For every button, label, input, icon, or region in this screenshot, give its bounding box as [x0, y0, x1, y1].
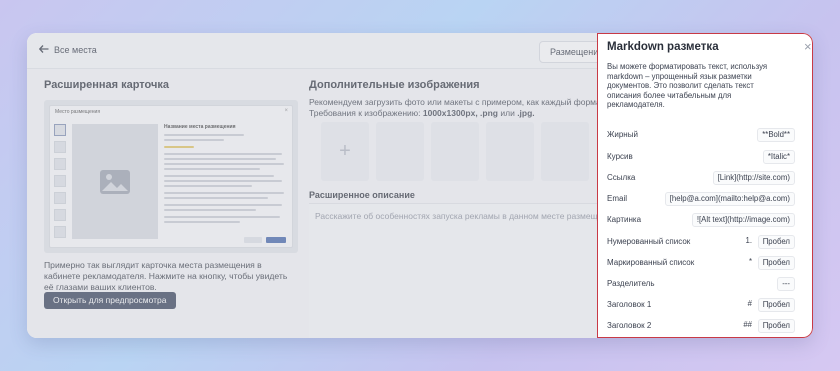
- markdown-row-heading-2: Заголовок 2 ## Пробел: [607, 319, 807, 333]
- syntax-chip: [Link](http://site.com): [712, 171, 795, 185]
- syntax-chip: ---: [777, 277, 795, 291]
- syntax-chip: Пробел: [757, 298, 795, 312]
- syntax-chip: **Bold**: [757, 128, 795, 142]
- row-label: Разделитель: [607, 279, 655, 288]
- row-label: Ссылка: [607, 173, 636, 182]
- row-label: Жирный: [607, 130, 638, 139]
- row-label: Картинка: [607, 215, 642, 224]
- markdown-row-image: Картинка ![Alt text](http://image.com): [607, 213, 807, 227]
- markdown-row-link: Ссылка [Link](http://site.com): [607, 171, 807, 185]
- app-window: Все места Размещение Расширенная карточк…: [27, 33, 813, 338]
- row-label: Курсив: [607, 152, 633, 161]
- row-label: Email: [607, 194, 628, 203]
- markdown-row-heading-1: Заголовок 1 # Пробел: [607, 298, 807, 312]
- syntax-chip: 1.: [745, 236, 752, 245]
- row-label: Маркированный список: [607, 258, 695, 267]
- syntax-chip: Пробел: [757, 256, 795, 270]
- markdown-row-numbered-list: Нумерованный список 1. Пробел: [607, 235, 807, 249]
- close-icon[interactable]: ×: [804, 40, 812, 53]
- markdown-row-divider: Разделитель ---: [607, 277, 807, 291]
- markdown-row-bulleted-list: Маркированный список * Пробел: [607, 256, 807, 270]
- markdown-help-panel: Markdown разметка × Вы можете форматиров…: [597, 33, 813, 338]
- row-label: Нумерованный список: [607, 237, 691, 246]
- syntax-chip: *Italic*: [762, 150, 795, 164]
- panel-title: Markdown разметка: [607, 41, 719, 53]
- row-label: Заголовок 1: [607, 300, 652, 309]
- syntax-chip: ![Alt text](http://image.com): [691, 213, 795, 227]
- syntax-chip: [help@a.com](mailto:help@a.com): [664, 192, 795, 206]
- syntax-chip: Пробел: [757, 319, 795, 333]
- row-label: Заголовок 2: [607, 321, 652, 330]
- syntax-chip: *: [748, 257, 752, 266]
- markdown-row-italic: Курсив *Italic*: [607, 150, 807, 164]
- panel-description: Вы можете форматировать текст, используя…: [607, 62, 768, 110]
- syntax-chip: ##: [743, 320, 752, 329]
- syntax-chip: Пробел: [757, 235, 795, 249]
- syntax-chip: #: [747, 299, 752, 308]
- markdown-row-email: Email [help@a.com](mailto:help@a.com): [607, 192, 807, 206]
- markdown-row-bold: Жирный **Bold**: [607, 128, 807, 142]
